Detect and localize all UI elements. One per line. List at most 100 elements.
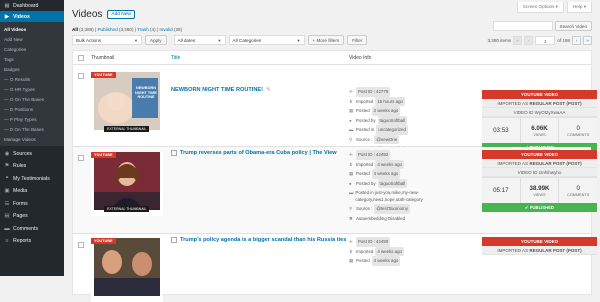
help-button[interactable]: Help ▾ bbox=[566, 2, 592, 13]
submenu-label: — O HR Types bbox=[4, 86, 35, 92]
imported-time: 4 weeks ago bbox=[375, 159, 404, 169]
info-label: IMPORTED AS bbox=[497, 161, 529, 166]
select-all-checkbox[interactable] bbox=[78, 55, 84, 61]
posted-in-line: ▬ Posted in uncategorized bbox=[349, 125, 408, 135]
sidebar-item-comments[interactable]: ▬ Comments bbox=[0, 223, 64, 236]
video-thumbnail[interactable]: NEWBORN NIGHT TIME ROUTINE YOUTUBE EXTER… bbox=[91, 72, 163, 136]
submenu-tags[interactable]: Tags bbox=[0, 54, 64, 64]
video-thumbnail[interactable]: YOUTUBE bbox=[91, 238, 163, 302]
source[interactable]: @newOne bbox=[374, 134, 400, 144]
category[interactable]: uncategorized bbox=[376, 125, 408, 135]
submenu-categories[interactable]: Categories bbox=[0, 44, 64, 54]
source-line: ⚲ Source : @testTaxonomy bbox=[349, 204, 445, 214]
external-thumbnail-badge: EXTERNAL THUMBNAIL bbox=[104, 126, 150, 132]
next-page-button[interactable]: › bbox=[572, 35, 581, 45]
baby-illustration bbox=[94, 72, 160, 130]
sidebar-item-media[interactable]: ▣ Media bbox=[0, 185, 64, 198]
pages-icon: ▤ bbox=[4, 213, 10, 220]
sidebar-item-dashboard[interactable]: ▦ Dashboard bbox=[0, 0, 64, 11]
submenu-all-videos[interactable]: All Videos bbox=[0, 24, 64, 34]
dates-select[interactable]: All dates ▼ bbox=[173, 35, 226, 45]
search-button[interactable]: Search Video bbox=[554, 21, 592, 31]
pin-icon: ✛ bbox=[349, 239, 353, 244]
autoembed-status: Autoembedding Disabled bbox=[356, 215, 406, 221]
comments-count: 0 bbox=[576, 124, 580, 132]
view-published[interactable]: Published bbox=[97, 27, 117, 32]
submenu-d-positions[interactable]: — D Positions bbox=[0, 104, 64, 114]
comments-count: 0 bbox=[576, 184, 580, 192]
videos-icon: ▶ bbox=[4, 13, 10, 20]
video-type-badge: YOUTUBE VIDEO bbox=[482, 90, 597, 99]
info-label: Source : bbox=[356, 136, 373, 142]
author[interactable]: taguoSoftball bbox=[377, 178, 408, 188]
video-title-link[interactable]: Trump's policy agenda is a bigger scanda… bbox=[171, 237, 346, 243]
submenu-add-new[interactable]: Add New bbox=[0, 34, 64, 44]
row-checkbox[interactable] bbox=[78, 242, 84, 248]
last-page-button[interactable]: » bbox=[583, 35, 592, 45]
search-input[interactable] bbox=[492, 21, 553, 31]
items-count: 3,360 items bbox=[487, 37, 512, 43]
submenu-o-hr-types[interactable]: — O HR Types bbox=[0, 84, 64, 94]
screen-options-button[interactable]: Screen Options ▾ bbox=[516, 2, 564, 13]
sidebar-item-pages[interactable]: ▤ Pages bbox=[0, 210, 64, 223]
submenu-d-on-the-bases[interactable]: — D On The Bases bbox=[0, 124, 64, 134]
column-title[interactable]: Title bbox=[171, 55, 180, 61]
calendar-icon: ▦ bbox=[349, 258, 354, 263]
video-thumbnail[interactable]: YOUTUBE EXTERNAL THUMBNAIL bbox=[91, 152, 163, 216]
first-page-button[interactable]: « bbox=[513, 35, 523, 45]
screen-meta-links: Screen Options ▾ Help ▾ bbox=[516, 2, 592, 13]
sidebar-item-videos[interactable]: ▶ Videos bbox=[0, 11, 64, 22]
sidebar-item-reports[interactable]: ≡ Reports bbox=[0, 235, 64, 248]
submenu-manage-videos[interactable]: Manage Videos bbox=[0, 134, 64, 144]
sidebar-item-testimonials[interactable]: ❝ My Testimonials bbox=[0, 173, 64, 186]
edit-pencil-icon[interactable]: ✎ bbox=[266, 87, 271, 93]
author[interactable]: taguoSoftball bbox=[377, 115, 408, 125]
sidebar-item-label: Forms bbox=[13, 200, 28, 207]
column-thumbnail: Thumbnail bbox=[91, 55, 115, 61]
video-title-link[interactable]: Trump reverses parts of Obama-era Cuba p… bbox=[171, 150, 337, 156]
column-video-info: Video Info bbox=[349, 55, 372, 61]
prev-page-button[interactable]: ‹ bbox=[524, 35, 534, 45]
bulk-actions-select[interactable]: Bulk Actions ▼ bbox=[72, 35, 142, 45]
submenu-badges[interactable]: Badges bbox=[0, 64, 64, 74]
row-checkbox[interactable] bbox=[78, 155, 84, 161]
post-id: Post ID : 42490 bbox=[356, 237, 391, 247]
youtube-badge: YOUTUBE bbox=[91, 152, 116, 158]
view-trash[interactable]: Trash bbox=[137, 27, 149, 32]
page-title: Videos bbox=[72, 9, 103, 20]
view-count: (28) bbox=[173, 27, 183, 32]
more-filters-button[interactable]: + More filters bbox=[307, 35, 345, 45]
video-id: VIDEO ID 1tnhihwyho bbox=[482, 168, 597, 177]
filter-button[interactable]: Filter bbox=[347, 35, 368, 45]
post-id-line: ✛ Post ID : 42778 bbox=[349, 87, 408, 97]
view-all[interactable]: All bbox=[72, 27, 78, 32]
status-label: PUBLISHED bbox=[529, 205, 554, 210]
sidebar-item-sources[interactable]: ◉ Sources bbox=[0, 148, 64, 160]
imported-as: IMPORTED AS REGULAR POST (POST) bbox=[482, 246, 597, 255]
table-row: YOUTUBE EXTERNAL THUMBNAIL Trump reverse… bbox=[73, 147, 597, 234]
submenu-o-on-the-bases[interactable]: — O On The Bases bbox=[0, 94, 64, 104]
info-label: VIDEO ID bbox=[517, 170, 538, 175]
apply-button[interactable]: Apply bbox=[145, 35, 167, 45]
source[interactable]: @testTaxonomy bbox=[374, 204, 410, 214]
format-icon bbox=[171, 237, 177, 243]
add-new-button[interactable]: Add New bbox=[107, 10, 135, 19]
view-invalid[interactable]: Invalid bbox=[159, 27, 172, 32]
sidebar-item-label: Media bbox=[13, 188, 28, 195]
submenu-o-results[interactable]: — O Results bbox=[0, 74, 64, 84]
sidebar-item-forms[interactable]: ☰ Forms bbox=[0, 198, 64, 211]
stat-label: COMMENTS bbox=[567, 132, 590, 137]
duration-stat: 03:53 bbox=[482, 118, 521, 143]
page-header: Videos Add New bbox=[72, 9, 135, 20]
post-type: REGULAR POST (POST) bbox=[529, 161, 582, 166]
download-icon: ⬇ bbox=[349, 98, 353, 104]
submenu-p-play-types[interactable]: — P Play Types bbox=[0, 114, 64, 124]
info-label: Posted bbox=[356, 258, 370, 263]
search-box: Search Video bbox=[492, 21, 592, 31]
row-checkbox[interactable] bbox=[78, 73, 84, 79]
categories-select[interactable]: All Categories ▼ bbox=[228, 35, 305, 45]
video-title-link[interactable]: NEWBORN NIGHT TIME ROUTINE! ✎ bbox=[171, 87, 271, 93]
sidebar-item-rules[interactable]: ⚑ Rules bbox=[0, 160, 64, 173]
select-value: Bulk Actions bbox=[76, 37, 102, 43]
current-page-input[interactable]: 1 bbox=[535, 35, 556, 45]
